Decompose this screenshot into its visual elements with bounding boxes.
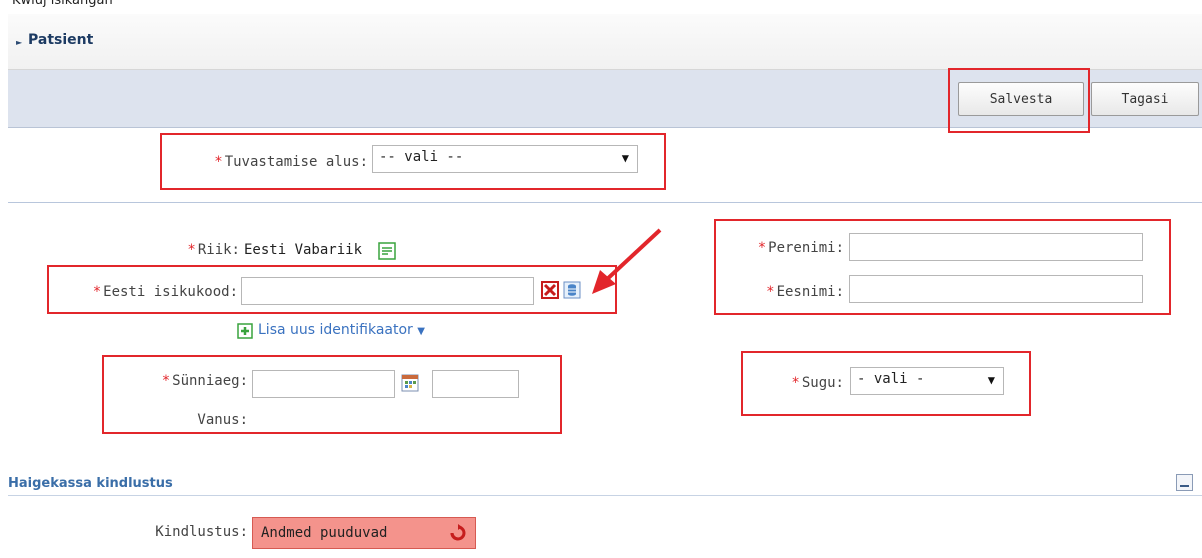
gender-label: * Sugu: <box>791 375 844 391</box>
firstname-input[interactable] <box>849 275 1143 303</box>
add-identifier-link[interactable]: Lisa uus identifikaator ▼ <box>258 322 425 338</box>
identification-label: * Tuvastamise alus: <box>214 154 368 170</box>
insurance-section-title: Haigekassa kindlustus <box>8 476 173 491</box>
insurance-status-badge[interactable]: Andmed puuduvad <box>252 517 476 549</box>
divider <box>8 202 1202 203</box>
insurance-divider <box>8 495 1202 496</box>
calendar-icon[interactable] <box>401 374 419 392</box>
highlight-save <box>948 68 1090 133</box>
collapse-icon[interactable] <box>1176 474 1193 491</box>
chevron-down-icon: ▼ <box>417 326 425 337</box>
top-strip-text: Kwiuj isikangan <box>12 0 113 8</box>
country-label: * Riik: <box>187 242 240 258</box>
annotation-arrow <box>592 228 662 294</box>
section-header[interactable]: ► Patsient <box>8 14 1202 70</box>
chevron-down-icon: ▼ <box>987 373 995 387</box>
section-title: Patsient <box>28 32 94 48</box>
gender-select[interactable]: - vali - ▼ <box>850 367 1004 395</box>
age-label: Vanus: <box>197 412 248 428</box>
top-strip: Kwiuj isikangan <box>0 0 1202 14</box>
personal-code-input[interactable] <box>241 277 534 305</box>
insurance-label: Kindlustus: <box>155 524 248 540</box>
birth-date-input[interactable] <box>252 370 395 398</box>
add-icon[interactable] <box>237 323 253 339</box>
clear-icon[interactable] <box>541 281 559 299</box>
country-details-icon[interactable] <box>378 242 396 260</box>
chevron-down-icon: ▼ <box>621 151 629 165</box>
firstname-label: * Eesnimi: <box>766 284 844 300</box>
refresh-icon[interactable] <box>449 524 467 546</box>
identification-select[interactable]: -- vali -- ▼ <box>372 145 638 173</box>
country-value: Eesti Vabariik <box>244 242 363 258</box>
birth-date-label: * Sünniaeg: <box>161 373 248 389</box>
back-button[interactable]: Tagasi <box>1091 82 1199 116</box>
triangle-right-icon: ► <box>16 38 23 47</box>
birth-time-input[interactable] <box>432 370 519 398</box>
insurance-status-text: Andmed puuduvad <box>261 525 388 541</box>
surname-label: * Perenimi: <box>757 240 844 256</box>
personal-code-label: * Eesti isikukood: <box>92 284 238 300</box>
surname-input[interactable] <box>849 233 1143 261</box>
database-lookup-icon[interactable] <box>563 281 581 299</box>
